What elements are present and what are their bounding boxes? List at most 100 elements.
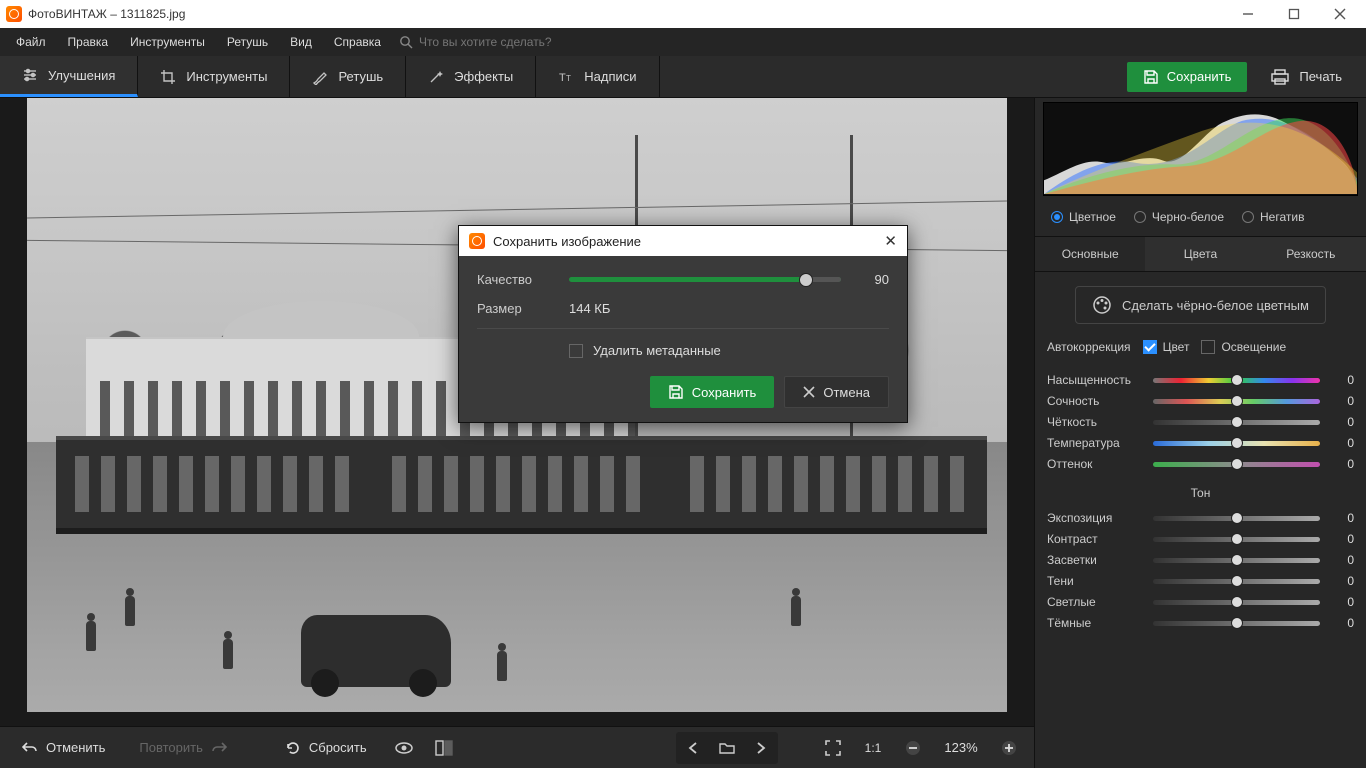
zoom-out-button[interactable] <box>898 734 928 762</box>
chevron-right-icon <box>756 742 766 754</box>
command-search-input[interactable] <box>419 35 639 49</box>
histogram[interactable] <box>1043 102 1358 196</box>
preview-toggle-button[interactable] <box>389 734 419 762</box>
menu-file[interactable]: Файл <box>6 31 56 53</box>
dialog-close-button[interactable]: ✕ <box>884 232 897 250</box>
folder-icon <box>719 742 735 754</box>
zoom-actual-button[interactable]: 1:1 <box>858 734 888 762</box>
slider-Сочность[interactable]: Сочность0 <box>1047 394 1354 408</box>
app-logo-icon <box>6 6 22 22</box>
radio-negative[interactable]: Негатив <box>1236 208 1310 226</box>
quality-label: Качество <box>477 272 569 287</box>
dialog-save-button[interactable]: Сохранить <box>650 376 775 408</box>
right-subtabs: Основные Цвета Резкость <box>1035 236 1366 272</box>
slider-Экспозиция[interactable]: Экспозиция0 <box>1047 511 1354 525</box>
print-icon <box>1271 69 1289 85</box>
open-folder-button[interactable] <box>712 734 742 762</box>
nav-group <box>676 732 778 764</box>
zoom-value[interactable]: 123% <box>938 740 984 755</box>
slider-Насыщенность[interactable]: Насыщенность0 <box>1047 373 1354 387</box>
save-icon <box>668 384 684 400</box>
chevron-left-icon <box>688 742 698 754</box>
slider-Тёмные[interactable]: Тёмные0 <box>1047 616 1354 630</box>
slider-Чёткость[interactable]: Чёткость0 <box>1047 415 1354 429</box>
menu-tools[interactable]: Инструменты <box>120 31 215 53</box>
slider-Оттенок[interactable]: Оттенок0 <box>1047 457 1354 471</box>
size-label: Размер <box>477 301 569 316</box>
tab-text-label: Надписи <box>584 69 636 84</box>
window-title: ФотоВИНТАЖ – 1311825.jpg <box>28 7 185 21</box>
fit-icon <box>825 740 841 756</box>
autocorrection-row: Автокоррекция Цвет Освещение <box>1035 334 1366 366</box>
window-close-button[interactable] <box>1326 4 1354 24</box>
tab-effects-label: Эффекты <box>454 69 513 84</box>
tab-tools[interactable]: Инструменты <box>138 56 290 97</box>
plus-circle-icon <box>1001 740 1017 756</box>
tab-effects[interactable]: Эффекты <box>406 56 536 97</box>
text-icon: TT <box>558 69 574 85</box>
window-minimize-button[interactable] <box>1234 4 1262 24</box>
menu-help[interactable]: Справка <box>324 31 391 53</box>
dialog-logo-icon <box>469 233 485 249</box>
wand-icon <box>428 69 444 85</box>
command-search[interactable] <box>399 35 639 49</box>
prev-image-button[interactable] <box>678 734 708 762</box>
slider-Температура[interactable]: Температура0 <box>1047 436 1354 450</box>
reset-button[interactable]: Сбросить <box>273 734 379 762</box>
save-button-label: Сохранить <box>1167 69 1232 84</box>
search-icon <box>399 35 413 49</box>
subtab-colors[interactable]: Цвета <box>1145 237 1255 271</box>
tool-tabs: Улучшения Инструменты Ретушь Эффекты TT … <box>0 56 1366 98</box>
delete-metadata-label: Удалить метаданные <box>593 343 721 358</box>
quality-slider[interactable] <box>569 277 841 282</box>
slider-Засветки[interactable]: Засветки0 <box>1047 553 1354 567</box>
print-button-label: Печать <box>1299 69 1342 84</box>
colorize-bw-button[interactable]: Сделать чёрно-белое цветным <box>1075 286 1326 324</box>
save-icon <box>1143 69 1159 85</box>
sliders-icon <box>22 67 38 83</box>
dialog-title: Сохранить изображение <box>493 234 641 249</box>
tab-enhance[interactable]: Улучшения <box>0 56 138 97</box>
svg-text:T: T <box>559 72 566 84</box>
radio-bw[interactable]: Черно-белое <box>1128 208 1230 226</box>
menu-view[interactable]: Вид <box>280 31 322 53</box>
slider-Светлые[interactable]: Светлые0 <box>1047 595 1354 609</box>
fit-screen-button[interactable] <box>818 734 848 762</box>
next-image-button[interactable] <box>746 734 776 762</box>
tab-text[interactable]: TT Надписи <box>536 56 659 97</box>
reset-icon <box>285 740 301 756</box>
colorize-bw-label: Сделать чёрно-белое цветным <box>1122 298 1309 313</box>
brush-icon <box>312 69 328 85</box>
menu-bar: Файл Правка Инструменты Ретушь Вид Справ… <box>0 28 1366 56</box>
save-button[interactable]: Сохранить <box>1127 62 1248 92</box>
auto-light-checkbox[interactable]: Освещение <box>1201 340 1286 354</box>
auto-color-checkbox[interactable]: Цвет <box>1143 340 1190 354</box>
menu-retouch[interactable]: Ретушь <box>217 31 278 53</box>
compare-icon <box>435 740 453 756</box>
right-panel: Цветное Черно-белое Негатив Основные Цве… <box>1034 98 1366 768</box>
radio-color[interactable]: Цветное <box>1045 208 1122 226</box>
minus-circle-icon <box>905 740 921 756</box>
autocorrection-label: Автокоррекция <box>1047 340 1131 354</box>
slider-Контраст[interactable]: Контраст0 <box>1047 532 1354 546</box>
menu-edit[interactable]: Правка <box>58 31 119 53</box>
subtab-basic[interactable]: Основные <box>1035 237 1145 271</box>
window-maximize-button[interactable] <box>1280 4 1308 24</box>
delete-metadata-checkbox[interactable]: Удалить метаданные <box>569 343 889 358</box>
tone-sliders-group: Экспозиция0 Контраст0 Засветки0 Тени0 Светлы… <box>1035 504 1366 637</box>
sliders-group: Насыщенность0 Сочность0 Чёткость0 Температу… <box>1035 366 1366 478</box>
subtab-sharp[interactable]: Резкость <box>1256 237 1366 271</box>
slider-Тени[interactable]: Тени0 <box>1047 574 1354 588</box>
dialog-titlebar[interactable]: Сохранить изображение ✕ <box>459 226 907 256</box>
zoom-in-button[interactable] <box>994 734 1024 762</box>
save-image-dialog: Сохранить изображение ✕ Качество 90 Разм… <box>458 225 908 423</box>
undo-button[interactable]: Отменить <box>10 734 117 762</box>
bottom-bar: Отменить Повторить Сбросить 1:1 123% <box>0 726 1034 768</box>
compare-button[interactable] <box>429 734 459 762</box>
print-button[interactable]: Печать <box>1257 62 1356 92</box>
redo-button[interactable]: Повторить <box>127 734 238 762</box>
tab-retouch[interactable]: Ретушь <box>290 56 406 97</box>
dialog-cancel-button[interactable]: Отмена <box>784 376 889 408</box>
quality-value: 90 <box>857 272 889 287</box>
window-titlebar: ФотоВИНТАЖ – 1311825.jpg <box>0 0 1366 28</box>
